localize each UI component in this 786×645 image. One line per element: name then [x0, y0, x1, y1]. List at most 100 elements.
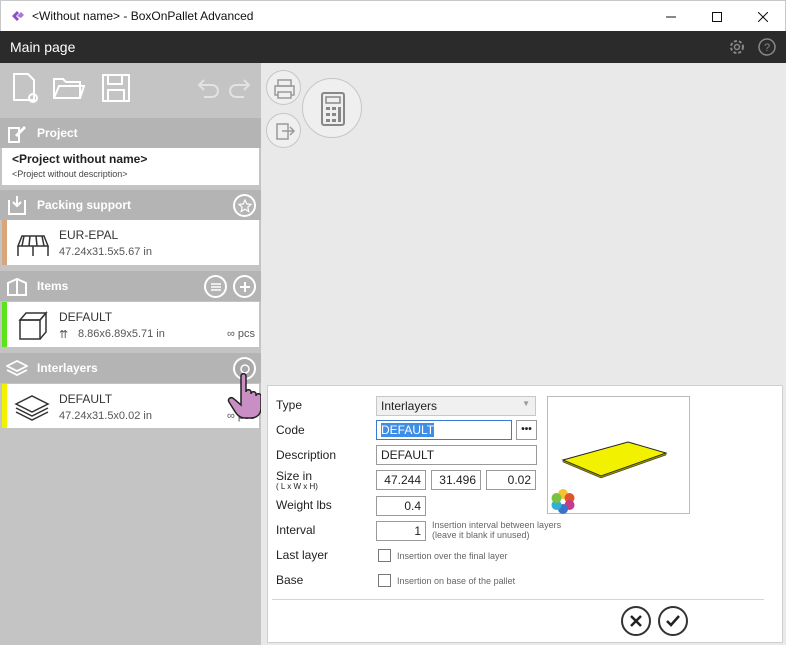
app-logo-icon — [12, 11, 24, 21]
interlayer-card[interactable]: DEFAULT 47.24x31.5x0.02 in ∞ pcs — [2, 384, 259, 428]
calculate-button[interactable] — [302, 78, 362, 138]
minimize-icon — [666, 16, 676, 17]
items-box-icon — [7, 277, 27, 296]
packing-support-section-header: Packing support — [0, 190, 261, 220]
export-icon — [276, 123, 296, 140]
maximize-icon — [712, 11, 722, 22]
base-label: Base — [276, 573, 304, 587]
file-toolbar — [0, 63, 261, 115]
project-name: <Project without name> — [12, 152, 148, 166]
interlayers-header-label: Interlayers — [37, 361, 98, 375]
page-title: Main page — [10, 39, 76, 55]
size-label: Size in — [276, 469, 313, 483]
type-value: Interlayers — [381, 399, 438, 413]
interlayer-dimensions: 47.24x31.5x0.02 in — [59, 410, 152, 422]
type-select[interactable]: Interlayers ▼ — [376, 396, 536, 416]
redo-icon[interactable] — [224, 71, 258, 105]
weight-field[interactable]: 0.4 — [376, 496, 426, 516]
interlayer-name: DEFAULT — [59, 392, 113, 406]
last-layer-checkbox[interactable] — [378, 549, 391, 562]
open-folder-icon[interactable] — [51, 71, 85, 105]
item-name: DEFAULT — [59, 310, 113, 324]
size-length-field[interactable]: 47.244 — [376, 470, 426, 490]
size-height-value: 0.02 — [507, 473, 531, 487]
color-palette-icon[interactable] — [550, 488, 576, 514]
item-card[interactable]: DEFAULT ⇈ 8.86x6.89x5.71 in ∞ pcs — [2, 302, 259, 347]
item-pcs: ∞ pcs — [226, 328, 255, 340]
cancel-button[interactable] — [621, 606, 651, 636]
size-length-value: 47.244 — [384, 473, 421, 487]
dialog-divider — [272, 599, 764, 600]
maximize-button[interactable] — [694, 1, 740, 32]
weight-value: 0.4 — [404, 499, 421, 513]
chevron-down-icon: ▼ — [522, 399, 530, 408]
base-checkbox[interactable] — [378, 574, 391, 587]
menu-icon — [210, 282, 221, 291]
packing-support-card[interactable]: EUR-EPAL 47.24x31.5x5.67 in — [2, 220, 259, 265]
description-value: DEFAULT — [381, 448, 435, 462]
items-header-label: Items — [37, 279, 69, 293]
packing-support-color-bar — [2, 220, 7, 265]
project-section-header[interactable]: Project — [0, 118, 261, 148]
description-label: Description — [276, 448, 337, 462]
size-sublabel: ( L x W x H) — [276, 482, 318, 491]
save-icon[interactable] — [99, 71, 133, 105]
type-label: Type — [276, 398, 303, 412]
code-browse-button[interactable]: ••• — [516, 420, 537, 440]
confirm-button[interactable] — [658, 606, 688, 636]
project-header-label: Project — [37, 126, 78, 140]
close-button[interactable] — [740, 1, 786, 32]
plus-icon — [239, 281, 250, 292]
interval-value: 1 — [414, 524, 421, 538]
last-layer-hint: Insertion over the final layer — [397, 551, 508, 561]
add-item-button[interactable] — [233, 275, 256, 298]
box-icon — [18, 310, 48, 340]
print-button[interactable] — [266, 70, 301, 105]
item-orientation-icon: ⇈ — [59, 329, 69, 341]
project-description: <Project without description> — [12, 169, 128, 179]
check-circle-icon — [666, 615, 680, 627]
last-layer-label: Last layer — [276, 548, 329, 562]
favorite-button[interactable] — [233, 194, 256, 217]
printer-icon — [274, 79, 295, 99]
packing-support-name: EUR-EPAL — [59, 228, 119, 242]
code-field[interactable]: DEFAULT — [376, 420, 512, 440]
weight-label: Weight lbs — [276, 498, 332, 512]
minimize-button[interactable] — [648, 1, 694, 32]
interlayer-preview — [547, 396, 690, 514]
gear-icon[interactable] — [727, 37, 747, 57]
more-icon: ••• — [521, 424, 532, 435]
left-panel: Project <Project without name> <Project … — [0, 63, 262, 645]
undo-icon[interactable] — [190, 71, 224, 105]
help-icon[interactable]: ? — [757, 37, 777, 57]
svg-text:?: ? — [764, 42, 770, 54]
close-icon — [758, 11, 768, 22]
size-width-value: 31.496 — [439, 473, 476, 487]
pallet-box-icon — [8, 196, 26, 215]
interlayers-section-header: Interlayers — [0, 353, 261, 383]
interlayer-edit-dialog: Type Interlayers ▼ Code DEFAULT ••• Desc… — [267, 385, 783, 643]
base-hint: Insertion on base of the pallet — [397, 576, 516, 586]
window-title: <Without name> - BoxOnPallet Advanced — [32, 9, 254, 23]
description-field[interactable]: DEFAULT — [376, 445, 537, 465]
size-height-field[interactable]: 0.02 — [486, 470, 536, 490]
export-button[interactable] — [266, 113, 301, 148]
packing-support-header-label: Packing support — [37, 198, 132, 212]
interval-hint: Insertion interval between layers — [432, 520, 562, 530]
interlayer-stack-icon — [14, 395, 50, 421]
project-edit-icon — [8, 126, 26, 143]
calculator-icon — [321, 92, 345, 126]
project-card[interactable]: <Project without name> <Project without … — [2, 148, 259, 185]
window-titlebar: <Without name> - BoxOnPallet Advanced — [0, 0, 786, 31]
layers-icon — [6, 359, 28, 377]
interlayer-color-bar — [2, 384, 7, 428]
items-list-button[interactable] — [204, 275, 227, 298]
item-color-bar — [2, 302, 7, 347]
header-bar: Main page ? — [0, 31, 786, 63]
code-label: Code — [276, 423, 305, 437]
interval-field[interactable]: 1 — [376, 521, 426, 541]
new-file-icon[interactable] — [8, 71, 42, 105]
item-dimensions: 8.86x6.89x5.71 in — [78, 328, 165, 340]
size-width-field[interactable]: 31.496 — [431, 470, 481, 490]
items-section-header: Items — [0, 271, 261, 301]
